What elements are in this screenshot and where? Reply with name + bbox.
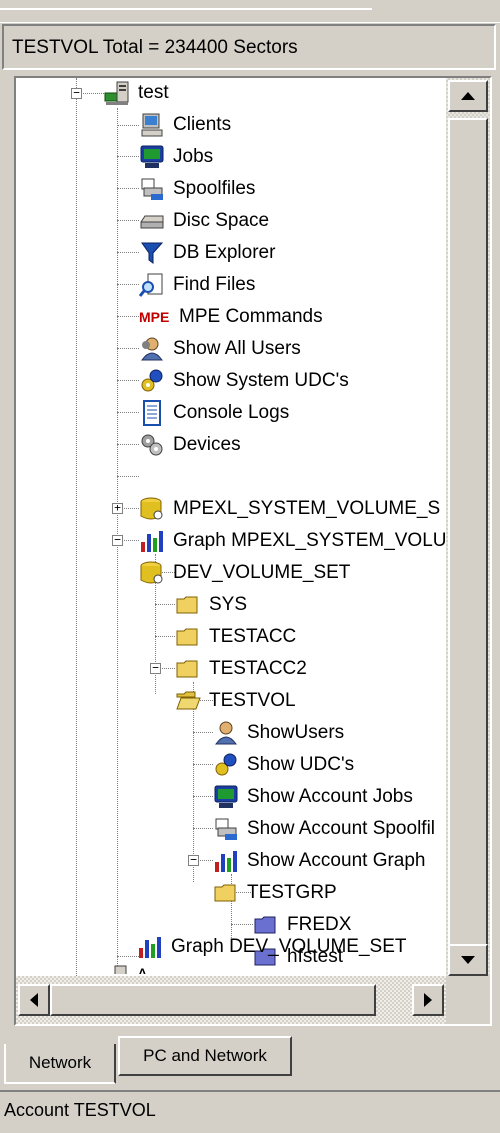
- tree-node-testgrp[interactable]: TESTGRP: [213, 878, 339, 908]
- tree-node-show-account-spoolfiles[interactable]: Show Account Spoolfil: [213, 814, 437, 844]
- collapse-testgrp-expander[interactable]: −: [188, 854, 199, 866]
- tree-node-spoolfiles[interactable]: Spoolfiles: [139, 174, 257, 204]
- scroll-down-button[interactable]: [448, 944, 488, 976]
- log-document-icon: [139, 400, 165, 426]
- arrow-up-icon: [461, 92, 475, 100]
- volume-summary-text: TESTVOL Total = 234400 Sectors: [12, 37, 298, 58]
- folder-icon: [175, 592, 201, 618]
- tree-node-show-system-udcs[interactable]: Show System UDC's: [139, 366, 351, 396]
- tree-node-mpe-commands[interactable]: MPE MPE Commands: [139, 302, 325, 332]
- users-icon: [139, 336, 165, 362]
- volume-set-icon: [139, 496, 165, 522]
- tree-node-dev-volume-set[interactable]: DEV_VOLUME_SET: [139, 558, 352, 588]
- client-computer-icon: [139, 112, 165, 138]
- horizontal-scroll-thumb[interactable]: [50, 984, 376, 1016]
- users-icon: [213, 720, 239, 746]
- arrow-right-icon: [424, 993, 432, 1007]
- tree-node-graph-mpexl[interactable]: Graph MPEXL_SYSTEM_VOLU: [139, 526, 446, 556]
- device-gears-icon: [139, 432, 165, 458]
- folder-icon: [175, 656, 201, 682]
- arrow-down-icon: [461, 956, 475, 964]
- horizontal-scrollbar[interactable]: [16, 976, 446, 1024]
- tab-strip: PC and Network Network: [0, 1030, 500, 1086]
- gears-icon: [139, 368, 165, 394]
- printer-icon: [139, 176, 165, 202]
- scroll-right-button[interactable]: [412, 984, 444, 1016]
- tree-node-find-files[interactable]: Find Files: [138, 270, 257, 300]
- tree-node-sys[interactable]: SYS: [175, 590, 249, 620]
- gears-icon: [213, 752, 239, 778]
- tree-node-a[interactable]: A: [102, 962, 151, 974]
- volume-set-icon: [139, 560, 165, 586]
- volume-summary-box: TESTVOL Total = 234400 Sectors: [2, 24, 496, 70]
- monitor-icon: [139, 144, 165, 170]
- bar-graph-icon: [139, 528, 165, 554]
- mpe-badge-icon: MPE: [139, 309, 170, 325]
- collapse-test-expander[interactable]: −: [71, 87, 82, 99]
- vertical-scroll-thumb[interactable]: [448, 118, 488, 948]
- expand-mpexl-expander[interactable]: +: [112, 502, 123, 514]
- tree-node-show-udcs[interactable]: Show UDC's: [213, 750, 356, 780]
- bar-graph-icon: [213, 848, 239, 874]
- open-folder-icon: [175, 688, 201, 714]
- tree-node-test[interactable]: test: [104, 78, 171, 108]
- tree-node-devices[interactable]: Devices: [139, 430, 243, 460]
- printer-icon: [213, 816, 239, 842]
- tree-node-clients[interactable]: Clients: [139, 110, 233, 140]
- folder-icon: [213, 880, 239, 906]
- tab-pc-and-network[interactable]: PC and Network: [118, 1036, 292, 1076]
- arrow-left-icon: [30, 993, 38, 1007]
- tree-node-jobs[interactable]: Jobs: [139, 142, 215, 172]
- tree-node-console-logs[interactable]: Console Logs: [139, 398, 291, 428]
- status-bar: Account TESTVOL: [0, 1090, 500, 1130]
- scroll-up-button[interactable]: [448, 80, 488, 112]
- tree-node-show-account-graph[interactable]: Show Account Graph: [213, 846, 428, 876]
- top-strip: [0, 0, 500, 23]
- tree-node-db-explorer[interactable]: DB Explorer: [139, 238, 277, 268]
- tree-node-testacc[interactable]: TESTACC: [175, 622, 298, 652]
- monitor-icon: [213, 784, 239, 810]
- tree-node-disc-space[interactable]: Disc Space: [139, 206, 271, 236]
- funnel-icon: [139, 240, 165, 266]
- tree-node-show-users[interactable]: ShowUsers: [213, 718, 346, 748]
- tab-network[interactable]: Network: [4, 1044, 116, 1084]
- vertical-scrollbar[interactable]: [446, 78, 490, 976]
- server-icon: [102, 964, 128, 974]
- tree-label: test: [138, 82, 169, 103]
- status-text: Account TESTVOL: [4, 1100, 156, 1120]
- tree-node-show-all-users[interactable]: Show All Users: [139, 334, 303, 364]
- bar-graph-icon: [137, 934, 163, 960]
- tree-node-mpexl-volume[interactable]: MPEXL_SYSTEM_VOLUME_S: [139, 494, 442, 524]
- tree-content: − + − − − test Clients Jobs Spoolfiles D…: [16, 78, 446, 976]
- tree-node-testacc2[interactable]: TESTACC2: [175, 654, 309, 684]
- folder-icon: [175, 624, 201, 650]
- tree-node-show-account-jobs[interactable]: Show Account Jobs: [213, 782, 415, 812]
- disk-drive-icon: [139, 208, 165, 234]
- tree-node-testvol[interactable]: TESTVOL: [175, 686, 298, 716]
- magnifier-document-icon: [138, 272, 165, 298]
- tree-view[interactable]: − + − − − test Clients Jobs Spoolfiles D…: [14, 76, 492, 1026]
- collapse-dev-volume-expander[interactable]: −: [112, 534, 123, 546]
- collapse-testvol-expander[interactable]: −: [150, 662, 161, 674]
- scroll-left-button[interactable]: [18, 984, 50, 1016]
- tree-node-graph-dev-volume-set[interactable]: Graph DEV_VOLUME_SET: [137, 932, 408, 962]
- scrollbar-corner: [446, 976, 490, 1024]
- server-icon: [104, 80, 130, 106]
